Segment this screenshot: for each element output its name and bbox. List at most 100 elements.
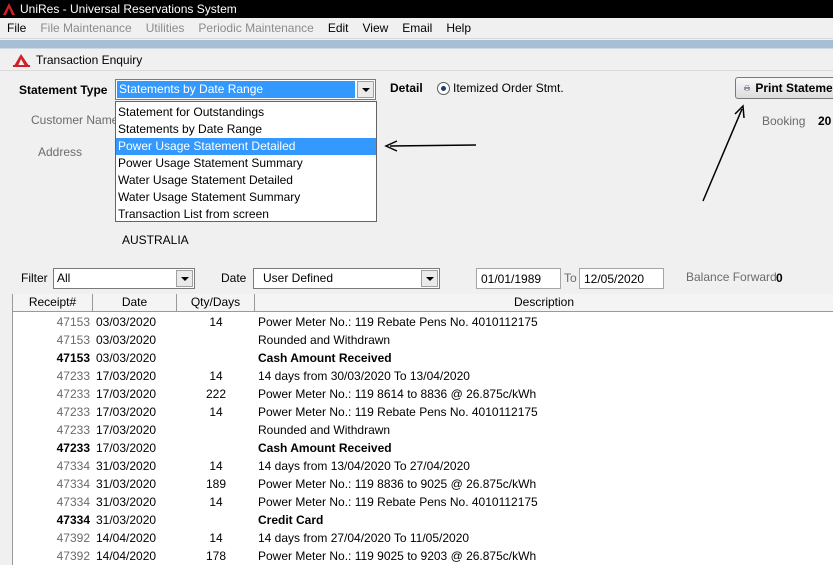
statement-type-option[interactable]: Statements by Date Range — [116, 121, 376, 138]
statement-type-option[interactable]: Statement for Outstandings — [116, 104, 376, 121]
filter-dropdown-button[interactable] — [176, 270, 193, 287]
date-cell: 31/03/2020 — [96, 513, 157, 527]
description-cell: Power Meter No.: 119 Rebate Pens No. 401… — [258, 315, 538, 329]
table-row[interactable]: 47334 31/03/2020 189 Power Meter No.: 119 8… — [13, 475, 833, 493]
description-cell: Rounded and Withdrawn — [258, 333, 391, 347]
chevron-down-icon — [425, 276, 434, 281]
printer-icon — [744, 85, 751, 91]
description-cell: 14 days from 27/04/2020 To 11/05/2020 — [258, 531, 470, 545]
qty-days-cell — [177, 331, 255, 349]
qty-days-cell: 222 — [205, 387, 227, 401]
balance-forward-label: Balance Forward — [686, 270, 777, 284]
date-to-input[interactable]: 12/05/2020 — [579, 268, 664, 289]
statement-type-select[interactable]: Statements by Date Range — [115, 79, 376, 100]
statement-type-option[interactable]: Transaction List from screen — [116, 206, 376, 223]
receipt-cell: 47153 — [56, 351, 90, 365]
menu-email[interactable]: Email — [395, 21, 439, 35]
qty-days-cell — [177, 439, 255, 457]
itemized-order-radio[interactable] — [437, 82, 450, 95]
date-from-input[interactable]: 01/01/1989 — [476, 268, 561, 289]
menu-help[interactable]: Help — [439, 21, 478, 35]
customer-name-label: Customer Name — [31, 113, 119, 127]
detail-label: Detail — [390, 81, 423, 95]
date-cell: 31/03/2020 — [96, 477, 157, 491]
table-row[interactable]: 47233 17/03/2020 222 Power Meter No.: 119 8… — [13, 385, 833, 403]
receipt-cell: 47233 — [56, 387, 90, 401]
date-cell: 03/03/2020 — [96, 333, 157, 347]
balance-forward-value: 0 — [776, 271, 783, 285]
table-row[interactable]: 47334 31/03/2020 Credit Card — [13, 511, 833, 529]
column-header-date[interactable]: Date — [93, 294, 177, 312]
filter-value: All — [57, 271, 71, 285]
radio-selected-dot — [441, 86, 446, 91]
statement-type-option[interactable]: Power Usage Statement Detailed — [116, 138, 376, 155]
description-cell: 14 days from 30/03/2020 To 13/04/2020 — [258, 369, 470, 383]
menu-file[interactable]: File — [0, 21, 33, 35]
grid-header: Receipt# Date Qty/Days Description — [13, 294, 833, 312]
table-row[interactable]: 47153 03/03/2020 14 Power Meter No.: 119 Re… — [13, 313, 833, 331]
qty-days-cell: 14 — [209, 459, 223, 473]
chevron-down-icon — [361, 87, 370, 92]
date-cell: 17/03/2020 — [96, 369, 157, 383]
table-row[interactable]: 47334 31/03/2020 14 Power Meter No.: 119 Re… — [13, 493, 833, 511]
filter-select[interactable]: All — [53, 268, 195, 289]
date-range-dropdown-button[interactable] — [421, 270, 438, 287]
column-header-qty-days[interactable]: Qty/Days — [177, 294, 255, 312]
qty-days-cell: 14 — [209, 531, 223, 545]
chevron-down-icon — [180, 276, 189, 281]
panel-title: Transaction Enquiry — [36, 52, 143, 67]
filter-label: Filter — [21, 271, 48, 285]
receipt-cell: 47233 — [56, 405, 90, 419]
transactions-grid[interactable]: Receipt# Date Qty/Days Description 47153… — [12, 294, 833, 565]
table-row[interactable]: 47392 14/04/2020 14 14 days from 27/04/2020… — [13, 529, 833, 547]
date-label: Date — [221, 271, 247, 285]
date-cell: 03/03/2020 — [96, 351, 157, 365]
receipt-cell: 47334 — [56, 477, 90, 491]
menu-view[interactable]: View — [356, 21, 396, 35]
column-header-description[interactable]: Description — [255, 294, 833, 312]
statement-type-value: Statements by Date Range — [117, 81, 355, 98]
print-statement-label: Print Statement — [755, 81, 833, 95]
table-row[interactable]: 47233 17/03/2020 14 14 days from 30/03/2020… — [13, 367, 833, 385]
qty-days-cell: 14 — [209, 405, 223, 419]
menu-periodic-maintenance[interactable]: Periodic Maintenance — [191, 21, 320, 35]
receipt-cell: 47233 — [56, 423, 90, 437]
statement-type-option[interactable]: Water Usage Statement Detailed — [116, 172, 376, 189]
table-row[interactable]: 47233 17/03/2020 Cash Amount Received — [13, 439, 833, 457]
qty-days-cell — [177, 511, 255, 529]
menu-utilities[interactable]: Utilities — [139, 21, 192, 35]
date-range-select[interactable]: User Defined — [253, 268, 440, 289]
statement-type-dropdown-button[interactable] — [357, 81, 374, 98]
print-statement-button[interactable]: Print Statement — [735, 77, 833, 99]
qty-days-cell — [177, 349, 255, 367]
panel-header: Transaction Enquiry — [0, 49, 833, 71]
description-cell: Rounded and Withdrawn — [258, 423, 391, 437]
statement-type-option[interactable]: Water Usage Statement Summary — [116, 189, 376, 206]
address-label: Address — [38, 145, 83, 159]
qty-days-cell: 14 — [209, 495, 223, 509]
window-frame-strip — [0, 40, 833, 48]
table-row[interactable]: 47233 17/03/2020 14 Power Meter No.: 119 Re… — [13, 403, 833, 421]
description-cell: Power Meter No.: 119 Rebate Pens No. 401… — [258, 495, 538, 509]
table-row[interactable]: 47153 03/03/2020 Cash Amount Received — [13, 349, 833, 367]
date-range-value: User Defined — [263, 271, 334, 285]
address-country: AUSTRALIA — [122, 233, 189, 247]
description-cell: Credit Card — [258, 513, 324, 527]
column-header-receipt[interactable]: Receipt# — [13, 294, 93, 312]
description-cell: Cash Amount Received — [258, 441, 392, 455]
table-row[interactable]: 47233 17/03/2020 Rounded and Withdrawn — [13, 421, 833, 439]
date-cell: 17/03/2020 — [96, 387, 157, 401]
table-row[interactable]: 47334 31/03/2020 14 14 days from 13/04/2020… — [13, 457, 833, 475]
table-row[interactable]: 47392 14/04/2020 178 Power Meter No.: 119 9… — [13, 547, 833, 565]
date-cell: 03/03/2020 — [96, 315, 157, 329]
booking-value: 20 — [818, 114, 832, 128]
date-cell: 14/04/2020 — [96, 531, 157, 545]
receipt-cell: 47233 — [56, 369, 90, 383]
menu-edit[interactable]: Edit — [321, 21, 356, 35]
receipt-cell: 47392 — [56, 549, 90, 563]
table-row[interactable]: 47153 03/03/2020 Rounded and Withdrawn — [13, 331, 833, 349]
receipt-cell: 47392 — [56, 531, 90, 545]
menu-file-maintenance[interactable]: File Maintenance — [33, 21, 138, 35]
qty-days-cell: 14 — [209, 369, 223, 383]
statement-type-option[interactable]: Power Usage Statement Summary — [116, 155, 376, 172]
